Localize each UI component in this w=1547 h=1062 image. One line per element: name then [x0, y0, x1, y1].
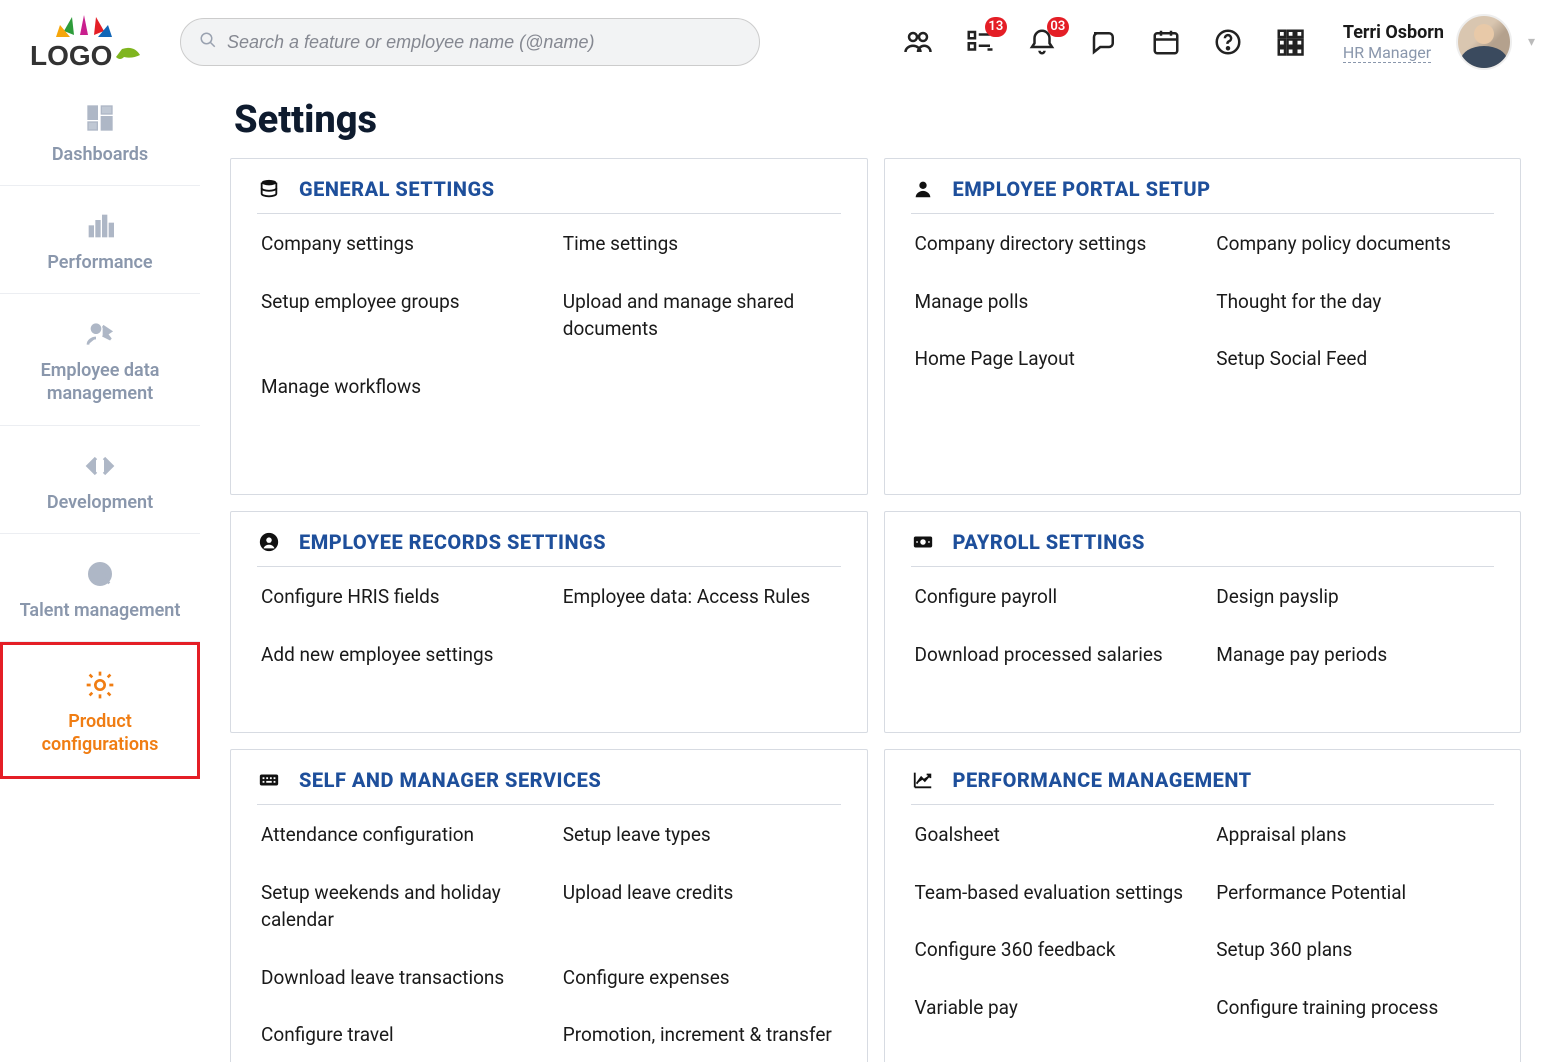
link-setup-leave-types[interactable]: Setup leave types: [559, 819, 841, 851]
avatar[interactable]: [1456, 14, 1512, 70]
chat-icon[interactable]: [1087, 25, 1121, 59]
link-variable-pay[interactable]: Variable pay: [911, 992, 1193, 1024]
sidebar-item-dashboards[interactable]: Dashboards: [0, 78, 200, 186]
card-title: EMPLOYEE RECORDS SETTINGS: [299, 530, 606, 554]
money-icon: [911, 531, 935, 553]
link-configure-expenses[interactable]: Configure expenses: [559, 962, 841, 994]
link-configure-360-feedback[interactable]: Configure 360 feedback: [911, 934, 1193, 966]
card-title: GENERAL SETTINGS: [299, 177, 495, 201]
link-time-settings[interactable]: Time settings: [559, 228, 841, 260]
badge-icon: [257, 531, 281, 553]
empty-cell: [559, 639, 841, 671]
link-appraisal-plans[interactable]: Appraisal plans: [1212, 819, 1494, 851]
link-setup-360-plans[interactable]: Setup 360 plans: [1212, 934, 1494, 966]
card-general-settings: GENERAL SETTINGS Company settings Time s…: [230, 158, 868, 495]
link-download-processed-salaries[interactable]: Download processed salaries: [911, 639, 1193, 671]
link-upload-leave-credits[interactable]: Upload leave credits: [559, 877, 841, 936]
card-employee-portal: EMPLOYEE PORTAL SETUP Company directory …: [884, 158, 1522, 495]
search-input[interactable]: [227, 32, 741, 53]
link-company-directory-settings[interactable]: Company directory settings: [911, 228, 1193, 260]
card-title: SELF AND MANAGER SERVICES: [299, 768, 601, 792]
sidebar-item-label: Product configurations: [11, 711, 189, 756]
sidebar-item-employee-data[interactable]: Employee data management: [0, 294, 200, 426]
link-design-payslip[interactable]: Design payslip: [1212, 581, 1494, 613]
apps-grid-icon[interactable]: [1273, 25, 1307, 59]
link-configure-travel[interactable]: Configure travel: [257, 1019, 539, 1051]
link-thought-for-the-day[interactable]: Thought for the day: [1212, 286, 1494, 318]
card-title: PERFORMANCE MANAGEMENT: [953, 768, 1252, 792]
link-company-policy-documents[interactable]: Company policy documents: [1212, 228, 1494, 260]
database-icon: [257, 178, 281, 200]
empty-cell: [559, 371, 841, 403]
card-title: PAYROLL SETTINGS: [953, 530, 1145, 554]
card-title: EMPLOYEE PORTAL SETUP: [953, 177, 1211, 201]
link-company-settings[interactable]: Company settings: [257, 228, 539, 260]
user-menu[interactable]: Terri Osborn HR Manager ▾: [1343, 14, 1535, 70]
link-configure-hris-fields[interactable]: Configure HRIS fields: [257, 581, 539, 613]
sidebar-item-talent-management[interactable]: Talent management: [0, 534, 200, 642]
svg-text:LOGO: LOGO: [30, 40, 112, 71]
app-header: LOGO 13 03: [0, 0, 1547, 78]
link-manage-polls[interactable]: Manage polls: [911, 286, 1193, 318]
link-attendance-configuration[interactable]: Attendance configuration: [257, 819, 539, 851]
user-role: HR Manager: [1343, 43, 1431, 63]
sidebar-item-label: Development: [47, 492, 153, 513]
card-self-manager-services: SELF AND MANAGER SERVICES Attendance con…: [230, 749, 868, 1062]
link-configure-payroll[interactable]: Configure payroll: [911, 581, 1193, 613]
sidebar-item-label: Employee data management: [8, 360, 192, 405]
link-home-page-layout[interactable]: Home Page Layout: [911, 343, 1193, 375]
global-search[interactable]: [180, 18, 760, 66]
calendar-icon[interactable]: [1149, 25, 1183, 59]
person-icon: [911, 178, 935, 200]
link-setup-weekends-holiday-calendar[interactable]: Setup weekends and holiday calendar: [257, 877, 539, 936]
sidebar-item-label: Performance: [47, 252, 152, 273]
page-title: Settings: [234, 98, 1521, 142]
app-logo[interactable]: LOGO: [14, 11, 154, 73]
sidebar: Dashboards Performance Employee data man…: [0, 78, 200, 1062]
link-goalsheet[interactable]: Goalsheet: [911, 819, 1193, 851]
link-employee-data-access-rules[interactable]: Employee data: Access Rules: [559, 581, 841, 613]
link-add-new-employee-settings[interactable]: Add new employee settings: [257, 639, 539, 671]
link-setup-social-feed[interactable]: Setup Social Feed: [1212, 343, 1494, 375]
link-team-based-evaluation[interactable]: Team-based evaluation settings: [911, 877, 1193, 909]
keyboard-icon: [257, 769, 281, 791]
sidebar-item-development[interactable]: Development: [0, 426, 200, 533]
link-setup-employee-groups[interactable]: Setup employee groups: [257, 286, 539, 345]
chevron-down-icon: ▾: [1528, 34, 1535, 50]
people-icon[interactable]: [901, 25, 935, 59]
card-employee-records: EMPLOYEE RECORDS SETTINGS Configure HRIS…: [230, 511, 868, 733]
link-performance-potential[interactable]: Performance Potential: [1212, 877, 1494, 909]
sidebar-item-label: Dashboards: [52, 144, 148, 165]
help-icon[interactable]: [1211, 25, 1245, 59]
card-performance-management: PERFORMANCE MANAGEMENT Goalsheet Apprais…: [884, 749, 1522, 1062]
user-name: Terri Osborn: [1343, 22, 1444, 43]
sidebar-item-label: Talent management: [20, 600, 181, 621]
link-promotion-increment-transfer[interactable]: Promotion, increment & transfer: [559, 1019, 841, 1051]
link-download-leave-transactions[interactable]: Download leave transactions: [257, 962, 539, 994]
tasks-badge: 13: [985, 17, 1007, 37]
search-icon: [199, 31, 217, 54]
link-manage-pay-periods[interactable]: Manage pay periods: [1212, 639, 1494, 671]
sidebar-item-performance[interactable]: Performance: [0, 186, 200, 294]
link-configure-training-process[interactable]: Configure training process: [1212, 992, 1494, 1024]
chart-line-icon: [911, 769, 935, 791]
card-payroll-settings: PAYROLL SETTINGS Configure payroll Desig…: [884, 511, 1522, 733]
sidebar-item-product-configurations[interactable]: Product configurations: [0, 642, 200, 779]
link-upload-shared-documents[interactable]: Upload and manage shared documents: [559, 286, 841, 345]
tasks-icon[interactable]: 13: [963, 25, 997, 59]
main-content: Settings GENERAL SETTINGS Company settin…: [200, 78, 1547, 1062]
notifications-badge: 03: [1047, 17, 1069, 37]
notifications-icon[interactable]: 03: [1025, 25, 1059, 59]
link-manage-workflows[interactable]: Manage workflows: [257, 371, 539, 403]
